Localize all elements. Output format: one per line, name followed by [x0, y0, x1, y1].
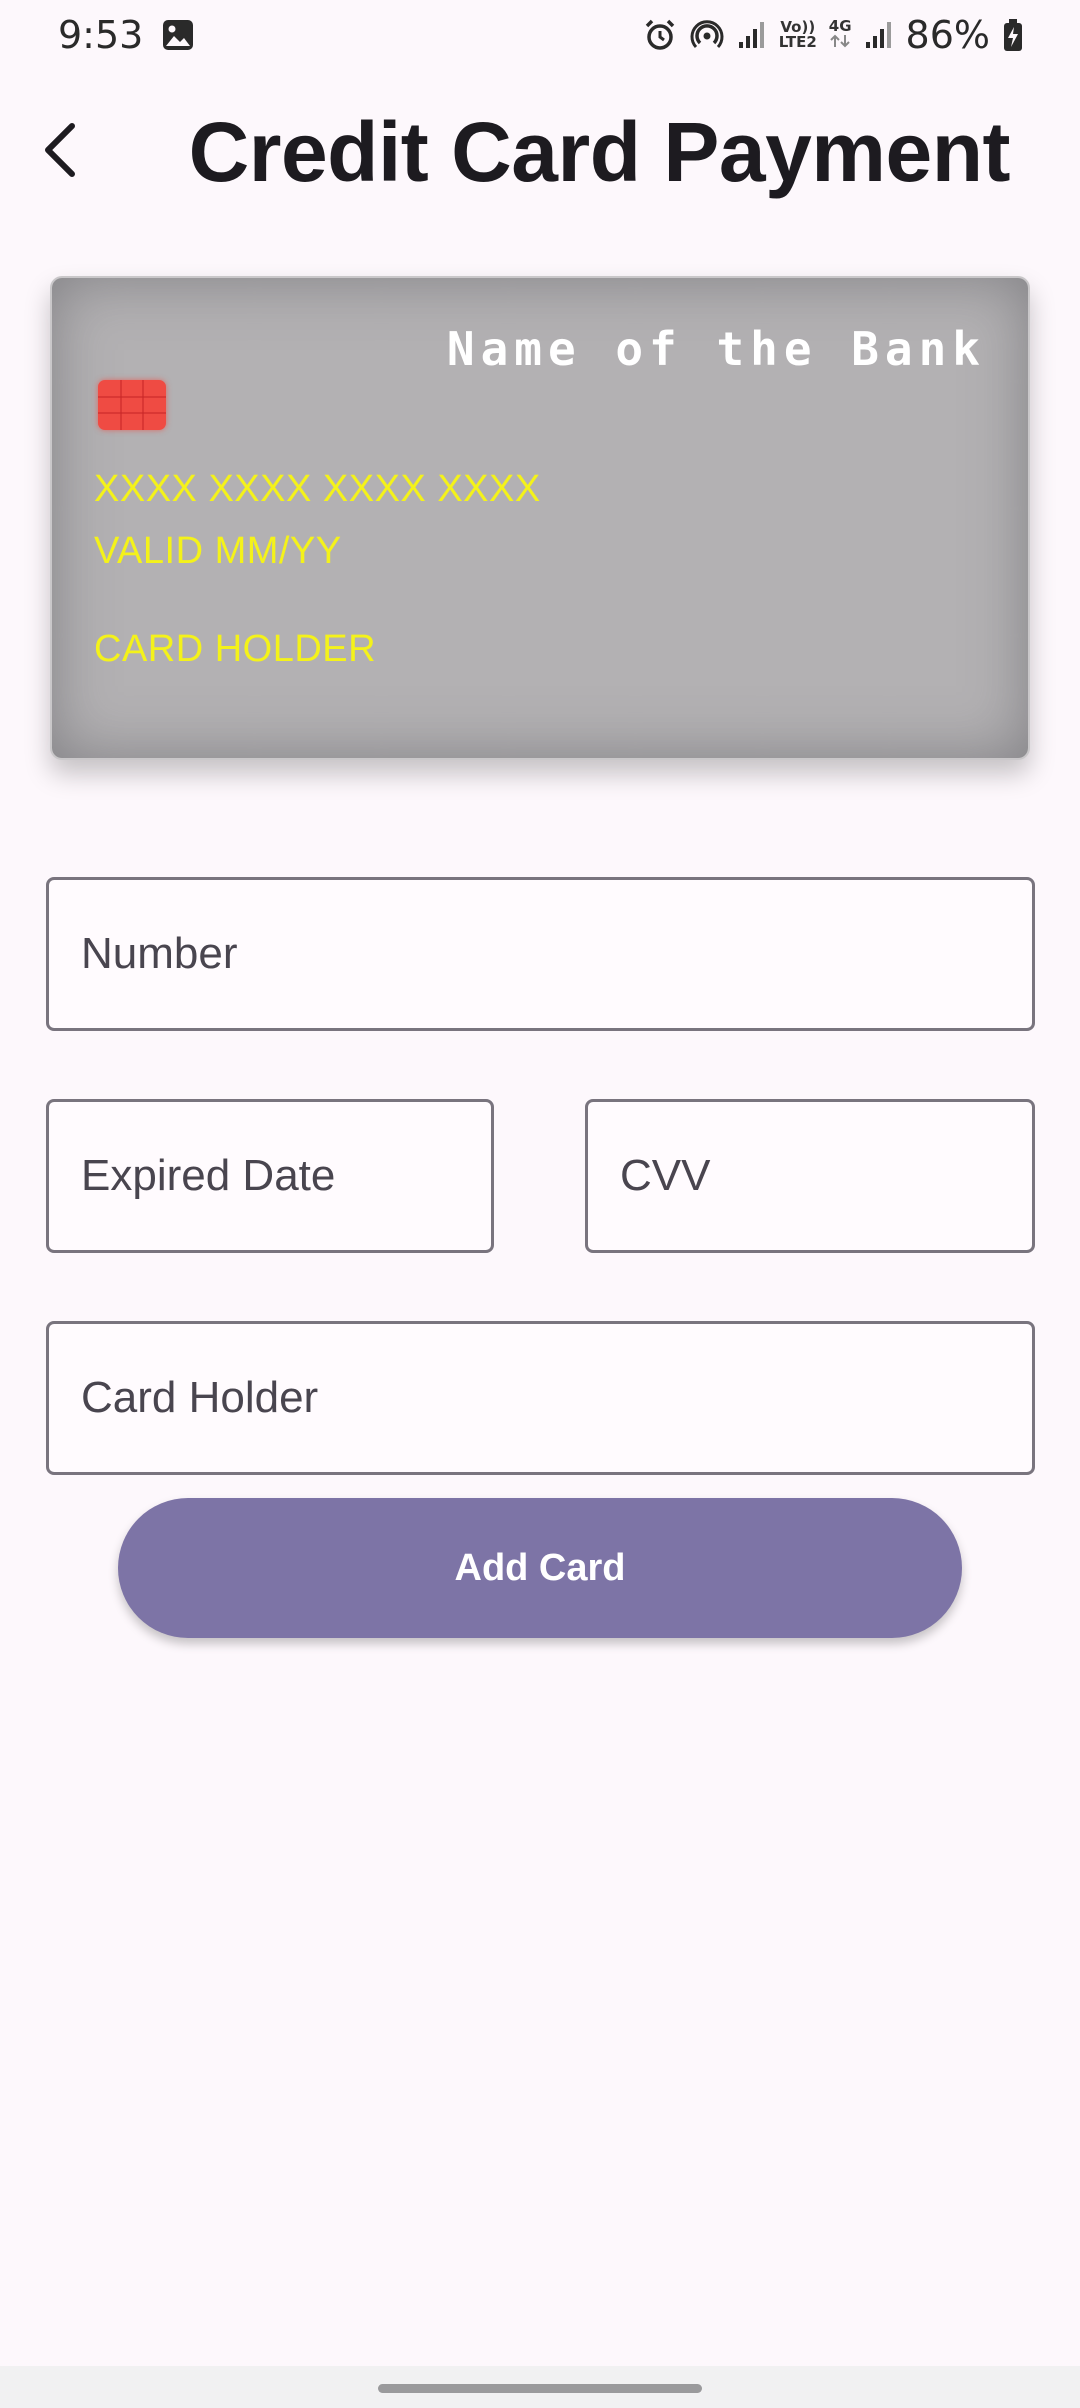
network-label: 4G — [828, 17, 852, 35]
gallery-icon — [161, 18, 195, 52]
status-time: 9:53 — [58, 13, 144, 57]
battery-charging-icon — [1002, 18, 1024, 52]
credit-card-payment-screen: 9:53 Vo)) LTE2 4G 86% Credit Card Paymen… — [0, 0, 1080, 2408]
credit-card-preview: Name of the Bank XXXX XXXX XXXX XXXX VAL… — [50, 276, 1030, 760]
chevron-left-icon — [45, 123, 75, 177]
expired-date-field[interactable] — [46, 1099, 494, 1253]
back-button[interactable] — [22, 110, 102, 190]
status-bar: 9:53 Vo)) LTE2 4G 86% — [0, 0, 1080, 70]
card-holder-display: CARD HOLDER — [94, 628, 377, 670]
cvv-input[interactable] — [620, 1151, 1032, 1201]
volte-icon: Vo)) LTE2 — [779, 20, 817, 50]
card-valid-display: VALID MM/YY — [94, 530, 342, 572]
status-right: Vo)) LTE2 4G 86% — [643, 13, 1024, 57]
cvv-field[interactable] — [585, 1099, 1035, 1253]
card-holder-field[interactable] — [46, 1321, 1035, 1475]
card-number-display: XXXX XXXX XXXX XXXX — [94, 468, 541, 510]
card-number-input[interactable] — [81, 929, 1032, 979]
bank-name: Name of the Bank — [446, 322, 986, 376]
page-title: Credit Card Payment — [188, 105, 1011, 199]
card-number-field[interactable] — [46, 877, 1035, 1031]
navigation-bar — [0, 2366, 1080, 2408]
data-arrows-icon: 4G — [829, 19, 852, 51]
battery-percentage: 86% — [905, 13, 990, 57]
add-card-button[interactable]: Add Card — [118, 1498, 962, 1638]
card-holder-input[interactable] — [81, 1373, 1032, 1423]
signal-icon — [864, 20, 894, 50]
signal-icon — [737, 20, 767, 50]
hotspot-icon — [689, 18, 725, 52]
app-bar: Credit Card Payment — [0, 80, 1080, 220]
volte-label-bottom: LTE2 — [778, 33, 817, 51]
status-left: 9:53 — [58, 13, 195, 57]
gesture-handle[interactable] — [378, 2384, 702, 2393]
alarm-icon — [643, 18, 677, 52]
expired-date-input[interactable] — [81, 1151, 491, 1201]
card-chip-icon — [98, 380, 166, 430]
